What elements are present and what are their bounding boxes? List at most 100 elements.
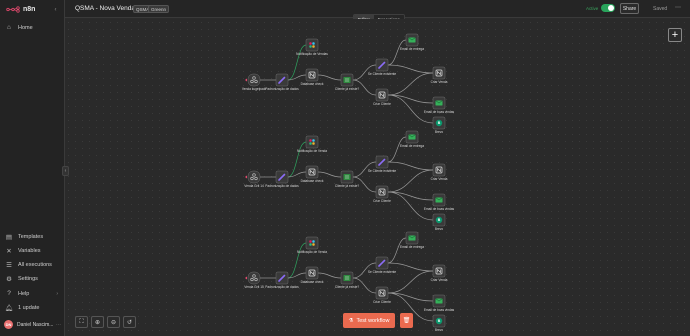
node-create-sale[interactable]: Criar Venda: [431, 264, 448, 282]
node-filter[interactable]: Cliente já existe?: [335, 73, 360, 91]
node-label: Cliente já existe?: [335, 184, 360, 188]
node-label: Notificação de Venda: [297, 149, 327, 153]
node-brevo[interactable]: B Brevo: [432, 116, 446, 134]
chevron-right-icon: ›: [56, 290, 58, 297]
node-label: Email de boas vindas: [424, 110, 455, 114]
add-node-button[interactable]: +: [668, 28, 682, 42]
connection-line: [387, 237, 407, 264]
node-label: Email de entrega: [400, 144, 424, 148]
trash-icon: 🗑︎: [402, 318, 411, 324]
saved-status: Saved: [653, 6, 668, 12]
delete-button[interactable]: 🗑︎: [400, 313, 413, 328]
connection-line: [317, 74, 342, 81]
reset-zoom-button[interactable]: ↺: [123, 316, 136, 328]
sidebar-item-variables[interactable]: ✕ Variables: [5, 246, 40, 255]
node-email-delivery[interactable]: Email de entrega: [400, 130, 424, 148]
templates-icon: ▤: [5, 233, 13, 241]
more-options-icon[interactable]: ⋯: [56, 322, 61, 328]
node-if-node[interactable]: Se Cliente existente: [368, 155, 397, 173]
sidebar-item-label: Home: [18, 24, 33, 31]
sidebar-item-settings[interactable]: ⚙ Settings: [5, 274, 38, 283]
brevo-icon: B: [435, 119, 443, 127]
node-notify[interactable]: Notificação de Venda: [297, 135, 327, 153]
node-welcome-email[interactable]: Email de boas vindas: [424, 96, 455, 114]
tag-greenn[interactable]: Greenn: [148, 5, 170, 13]
node-create[interactable]: Criar Cliente: [373, 286, 391, 304]
workflow-row: Venda Grit 14 Padronização de dados Notifi…: [244, 130, 455, 231]
zoom-in-button[interactable]: ⊕: [91, 316, 104, 328]
sidebar-item-updates[interactable]: 🔔︎ 1 update: [5, 303, 40, 312]
avatar: DN: [4, 320, 13, 329]
node-if-node[interactable]: Se Cliente existente: [368, 58, 397, 76]
workflow-graph: Venda kugelpack Padronização de dadosNoti…: [242, 33, 455, 332]
zoom-out-button[interactable]: ⊖: [107, 316, 120, 328]
node-normalize[interactable]: Padronização de dados: [265, 271, 299, 289]
sidebar-item-home[interactable]: ⌂ Home: [5, 23, 33, 32]
node-label: Criar Cliente: [373, 102, 391, 106]
node-label: Venda kugelpack: [242, 87, 267, 91]
executions-icon: ☰: [6, 261, 12, 269]
sidebar-item-executions[interactable]: ☰ All executions: [5, 260, 52, 269]
node-label: Email de entrega: [400, 245, 424, 249]
node-label: Se Cliente existente: [368, 169, 397, 173]
help-icon: ?: [7, 290, 11, 297]
node-filter[interactable]: Cliente já existe?: [335, 271, 360, 289]
node-label: Email de boas vindas: [424, 308, 455, 312]
connection-line: [287, 74, 307, 81]
node-trigger[interactable]: Venda Grit 14: [244, 170, 264, 188]
filter-icon: [343, 174, 351, 180]
node-normalize[interactable]: Padronização de dados: [265, 170, 299, 188]
test-workflow-button[interactable]: ⚗ Test workflow: [343, 313, 395, 328]
node-label: Padronização de dados: [265, 184, 299, 188]
sidebar-item-help[interactable]: ? Help ›: [5, 289, 58, 298]
node-email-delivery[interactable]: Email de entrega: [400, 33, 424, 51]
filter-icon: [343, 77, 351, 83]
node-welcome-email[interactable]: Email de boas vindas: [424, 193, 455, 211]
email-icon: [435, 298, 443, 304]
node-label: Se Cliente existente: [368, 270, 397, 274]
connection-line: [387, 136, 407, 163]
node-label: Email de entrega: [400, 47, 424, 51]
node-brevo[interactable]: B Brevo: [432, 314, 446, 332]
zoom-out-icon: ⊖: [110, 319, 117, 326]
sidebar-item-label: Settings: [18, 275, 38, 282]
node-create[interactable]: Criar Cliente: [373, 88, 391, 106]
active-toggle[interactable]: [601, 4, 615, 12]
node-create-sale[interactable]: Criar Venda: [431, 163, 448, 181]
node-trigger[interactable]: Venda Grit 15: [244, 271, 264, 289]
email-icon: [408, 134, 416, 140]
node-create[interactable]: Criar Cliente: [373, 185, 391, 203]
collapse-sidebar-icon[interactable]: ‹: [52, 7, 59, 14]
share-button[interactable]: Share: [620, 3, 639, 14]
user-name: Daniel Nascim...: [17, 321, 54, 328]
workflow-name[interactable]: QSMA - Nova Venda: [75, 5, 135, 12]
fit-view-button[interactable]: ⛶: [75, 316, 88, 328]
node-if-node[interactable]: Se Cliente existente: [368, 256, 397, 274]
connection-line: [287, 171, 307, 178]
logo[interactable]: n8n: [6, 6, 35, 13]
trigger-bolt-icon: [245, 175, 247, 179]
sidebar-item-label: 1 update: [18, 304, 40, 311]
node-welcome-email[interactable]: Email de boas vindas: [424, 294, 455, 312]
connection-line: [287, 272, 307, 279]
workflow-canvas[interactable]: Venda kugelpack Padronização de dados Noti…: [65, 19, 690, 336]
node-filter[interactable]: Cliente já existe?: [335, 170, 360, 188]
flask-icon: ⚗: [348, 317, 354, 324]
sidebar-item-templates[interactable]: ▤ Templates: [5, 232, 43, 241]
node-brevo[interactable]: B Brevo: [432, 213, 446, 231]
node-db[interactable]: Database check: [301, 165, 324, 183]
node-label: Database check: [301, 280, 324, 284]
more-menu-icon[interactable]: ⋯: [675, 4, 681, 11]
node-notify[interactable]: Notificação de Venda: [297, 236, 327, 254]
workflow-row: Venda kugelpack Padronização de dados Noti…: [242, 33, 455, 134]
node-trigger[interactable]: Venda kugelpack: [242, 73, 267, 91]
node-db[interactable]: Database check: [301, 68, 324, 86]
node-notify[interactable]: Notificação de Vendas: [296, 38, 328, 56]
filter-icon: [343, 275, 351, 281]
user-menu[interactable]: DN Daniel Nascim...: [4, 320, 53, 329]
sidebar-toggle-icon[interactable]: ‹: [62, 166, 69, 176]
node-normalize[interactable]: Padronização de dados: [265, 73, 299, 91]
node-email-delivery[interactable]: Email de entrega: [400, 231, 424, 249]
node-create-sale[interactable]: Criar Venda: [431, 66, 448, 84]
node-db[interactable]: Database check: [301, 266, 324, 284]
